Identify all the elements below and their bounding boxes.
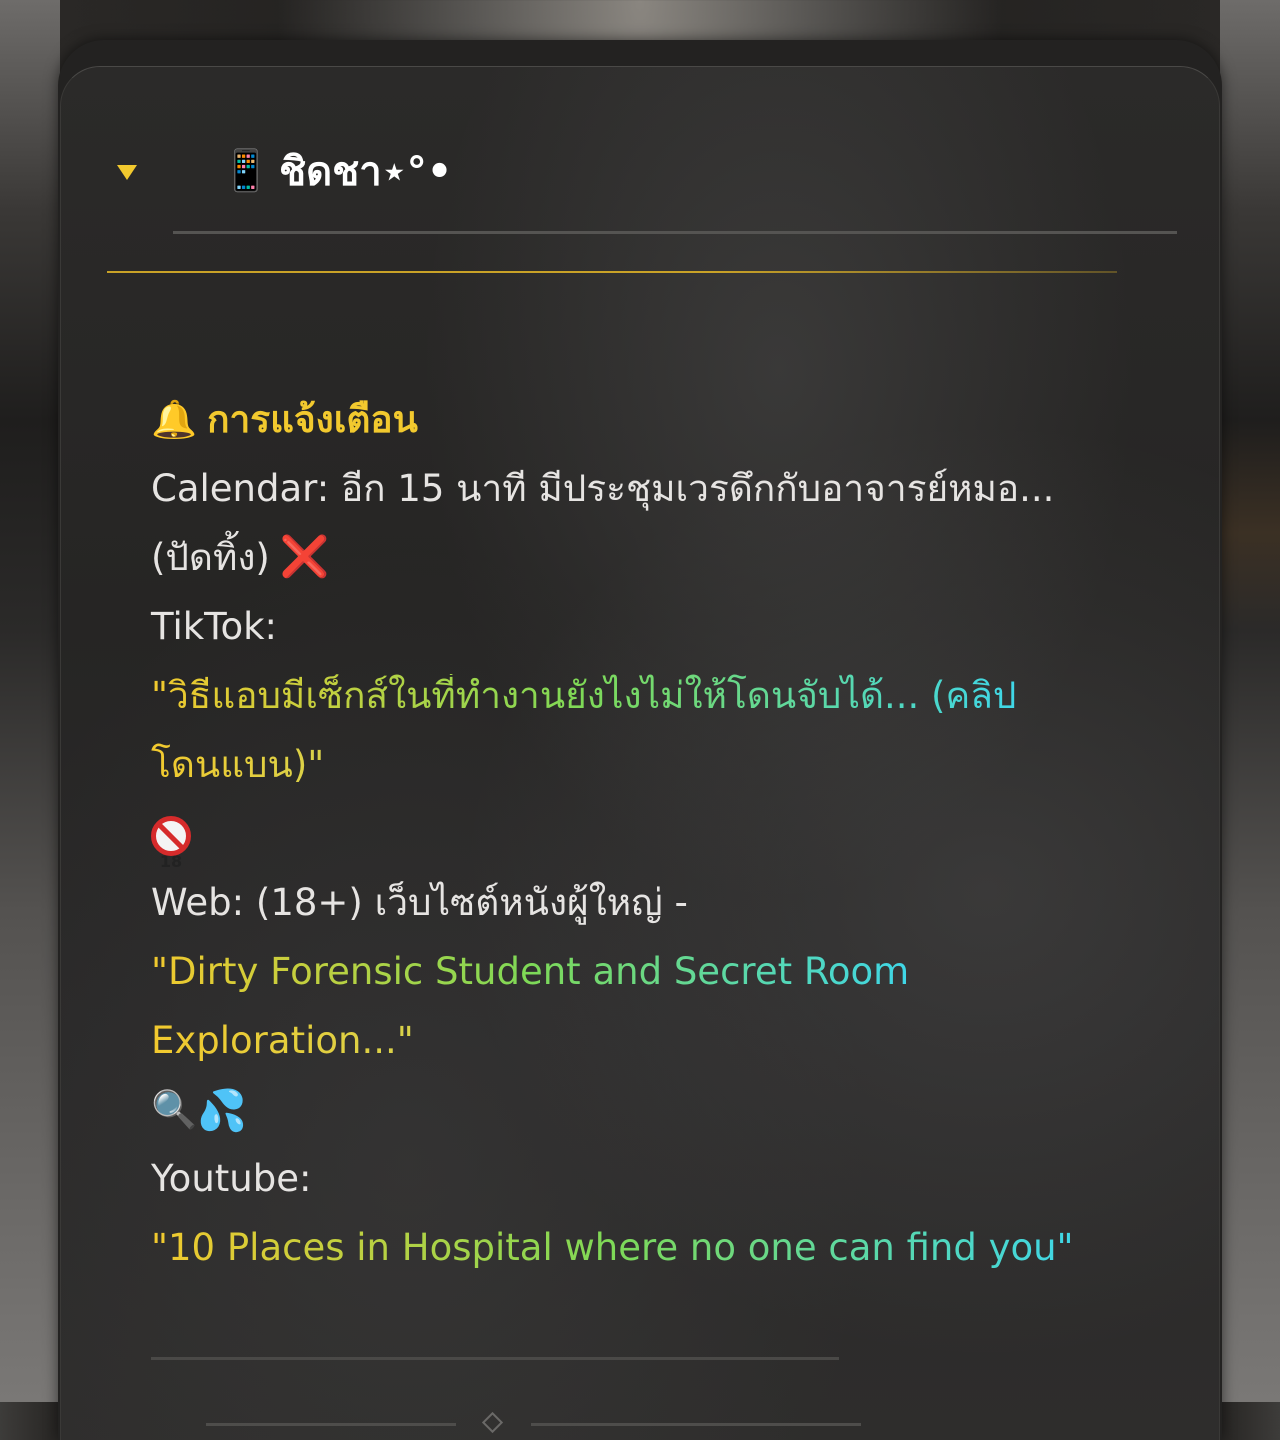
notifications-content: 🔔 การแจ้งเตือน Calendar: อีก 15 นาที มีปร…: [151, 385, 1131, 1282]
emoji-row: 🔍💦: [151, 1075, 1131, 1144]
dismiss-label[interactable]: (ปัดทิ้ง): [151, 536, 270, 579]
under18-row: 18: [151, 799, 1131, 871]
tiktok-text-line2[interactable]: โดนแบน)": [151, 730, 1131, 799]
youtube-text-row[interactable]: "10 Places in Hospital where no one can …: [151, 1213, 1131, 1282]
notifications-heading: การแจ้งเตือน: [207, 398, 418, 441]
sweat-drops-icon: 💦: [197, 1088, 247, 1134]
web-text-line1[interactable]: "Dirty Forensic Student and Secret Room: [151, 937, 1131, 1006]
diamond-icon: [481, 1411, 504, 1434]
gold-divider: [107, 271, 1117, 273]
web-text-end: Exploration...": [151, 1019, 414, 1062]
notifications-heading-row: 🔔 การแจ้งเตือน: [151, 385, 1131, 454]
bottom-ornament-left: [206, 1423, 456, 1426]
web-text: "Dirty Forensic Student and Secret Room: [151, 950, 910, 993]
phone-icon: 📱: [221, 148, 271, 194]
calendar-dismiss-row: (ปัดทิ้ง) ❌: [151, 523, 1131, 592]
close-icon[interactable]: ❌: [280, 534, 330, 580]
notification-card: 📱 ชิดชา⋆°• 🔔 การแจ้งเตือน Calendar: อีก 1…: [58, 40, 1222, 1440]
youtube-label: Youtube:: [151, 1157, 312, 1200]
calendar-notification[interactable]: Calendar: อีก 15 นาที มีประชุมเวรดึกกับอ…: [151, 454, 1131, 523]
triangle-down-icon[interactable]: [117, 165, 137, 180]
footer-divider: [151, 1357, 839, 1360]
web-text-line2[interactable]: Exploration...": [151, 1006, 1131, 1075]
tiktok-text-line1[interactable]: "วิธีแอบมีเซ็กส์ในที่ทำงานยังไงไม่ให้โดน…: [151, 661, 1131, 730]
bottom-ornament-right: [531, 1423, 861, 1426]
background-right: [1220, 0, 1280, 1402]
card-title: ชิดชา⋆°•: [279, 149, 453, 195]
card-header[interactable]: 📱 ชิดชา⋆°•: [107, 141, 1167, 211]
tiktok-text: "วิธีแอบมีเซ็กส์ในที่ทำงานยังไงไม่ให้โดน…: [151, 674, 1017, 717]
youtube-text: "10 Places in Hospital where no one can …: [151, 1226, 1074, 1269]
web-label: Web: (18+) เว็บไซต์หนังผู้ใหญ่ -: [151, 881, 688, 924]
card-inner: 📱 ชิดชา⋆°• 🔔 การแจ้งเตือน Calendar: อีก 1…: [60, 66, 1220, 1440]
tiktok-text-end: โดนแบน)": [151, 743, 325, 786]
bell-icon: 🔔: [151, 398, 198, 441]
under-18-icon: 18: [151, 815, 191, 871]
tiktok-label: TikTok:: [151, 605, 278, 648]
under-18-number: 18: [159, 851, 183, 871]
background-left: [0, 0, 60, 1402]
header-divider: [173, 231, 1177, 234]
magnifier-icon: 🔍: [151, 1088, 198, 1131]
